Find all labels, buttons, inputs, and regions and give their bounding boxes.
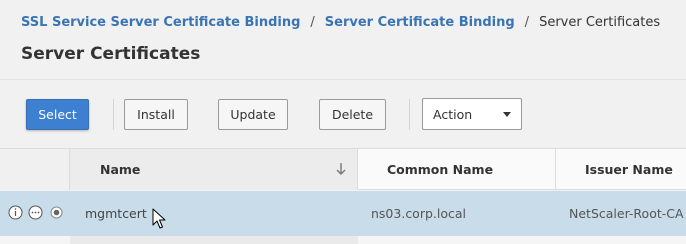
table-row-partial bbox=[0, 236, 686, 244]
column-header-select bbox=[0, 149, 70, 190]
action-dropdown-label: Action bbox=[433, 106, 473, 122]
ellipsis-icon[interactable] bbox=[28, 205, 43, 220]
sorted-column-shade bbox=[70, 236, 358, 244]
cell-issuer-name: NetScaler-Root-CA bbox=[569, 206, 684, 221]
column-header-name[interactable]: Name bbox=[70, 149, 358, 190]
arrow-down-icon[interactable] bbox=[335, 162, 347, 176]
toolbar-divider bbox=[113, 99, 114, 130]
breadcrumb-link-server-cert-binding[interactable]: Server Certificate Binding bbox=[325, 15, 515, 30]
action-dropdown[interactable]: Action bbox=[422, 98, 522, 130]
table-header: Name Common Name Issuer Name bbox=[0, 148, 686, 190]
breadcrumb-link-ssl-service-binding[interactable]: SSL Service Server Certificate Binding bbox=[21, 15, 300, 30]
breadcrumb: SSL Service Server Certificate Binding /… bbox=[21, 15, 660, 30]
column-header-name-label: Name bbox=[100, 162, 141, 177]
table-row[interactable]: mgmtcert ns03.corp.local NetScaler-Root-… bbox=[0, 191, 686, 236]
page-title: Server Certificates bbox=[21, 44, 201, 64]
cell-name: mgmtcert bbox=[85, 206, 147, 221]
delete-button[interactable]: Delete bbox=[319, 99, 386, 130]
column-header-issuer-name[interactable]: Issuer Name bbox=[556, 149, 686, 190]
breadcrumb-separator: / bbox=[310, 15, 315, 30]
update-button[interactable]: Update bbox=[218, 99, 288, 130]
mouse-pointer-icon bbox=[152, 208, 166, 229]
column-header-common-name[interactable]: Common Name bbox=[358, 149, 556, 190]
select-button[interactable]: Select bbox=[26, 99, 89, 130]
radio-selected-icon[interactable] bbox=[49, 205, 64, 220]
breadcrumb-separator: / bbox=[524, 15, 530, 30]
info-icon[interactable] bbox=[8, 205, 23, 220]
certificates-table: Name Common Name Issuer Name mgmtcert ns… bbox=[0, 148, 686, 244]
chevron-down-icon bbox=[503, 112, 511, 117]
install-button[interactable]: Install bbox=[124, 99, 188, 130]
toolbar-divider bbox=[409, 99, 410, 130]
title-divider bbox=[0, 79, 686, 80]
column-header-issuer-name-label: Issuer Name bbox=[585, 162, 673, 177]
column-header-common-name-label: Common Name bbox=[387, 162, 494, 177]
cell-common-name: ns03.corp.local bbox=[371, 206, 467, 221]
breadcrumb-current: Server Certificates bbox=[539, 15, 661, 30]
